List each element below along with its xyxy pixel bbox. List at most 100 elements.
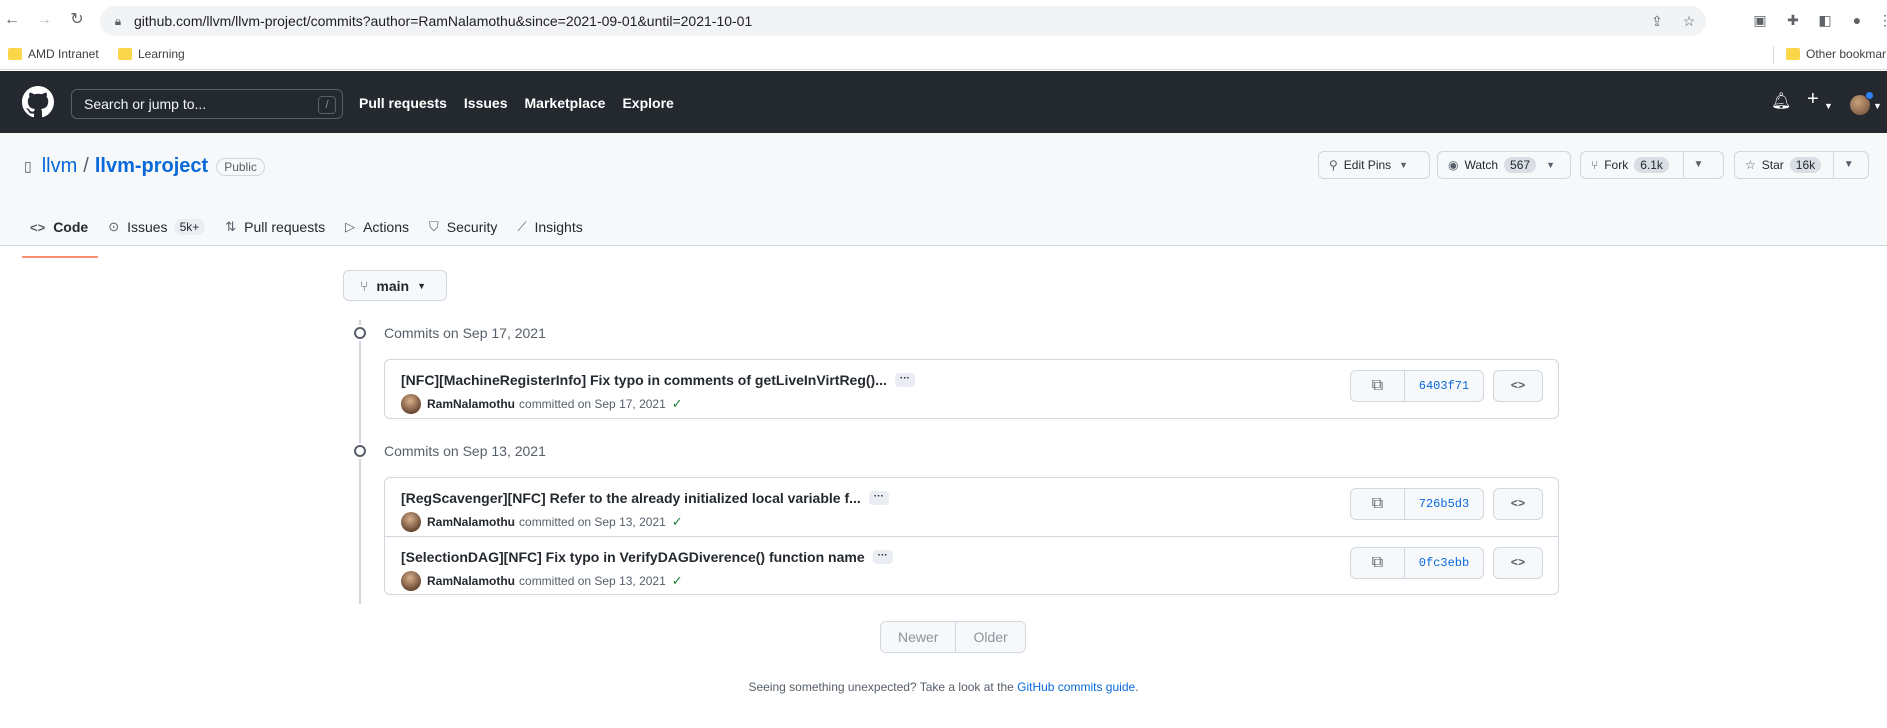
older-button[interactable]: Older bbox=[956, 622, 1025, 652]
extension-icon[interactable]: ▣ bbox=[1751, 11, 1769, 29]
search-shortcut-key: / bbox=[318, 96, 336, 114]
commit-message-link[interactable]: [RegScavenger][NFC] Refer to the already… bbox=[401, 490, 861, 506]
search-input[interactable]: Search or jump to... / bbox=[71, 89, 343, 119]
forward-icon[interactable]: → bbox=[34, 10, 54, 30]
commit-date: committed on Sep 13, 2021 bbox=[519, 515, 666, 529]
commits-guide-link[interactable]: GitHub commits guide bbox=[1017, 680, 1135, 694]
commit-sha-link[interactable]: 6403f71 bbox=[1405, 371, 1483, 401]
browse-repo-button[interactable]: <> bbox=[1493, 488, 1543, 520]
avatar[interactable] bbox=[401, 512, 421, 532]
reload-icon[interactable]: ↻ bbox=[67, 10, 87, 30]
profile-icon[interactable]: ● bbox=[1848, 11, 1866, 29]
bookmark-star-icon[interactable]: ☆ bbox=[1680, 12, 1698, 30]
chevron-down-icon[interactable]: ▼ bbox=[1824, 97, 1833, 115]
check-icon[interactable]: ✓ bbox=[672, 573, 683, 589]
commit-row: [RegScavenger][NFC] Refer to the already… bbox=[385, 478, 1558, 536]
commit-message-link[interactable]: [NFC][MachineRegisterInfo] Fix typo in c… bbox=[401, 372, 887, 388]
nav-marketplace[interactable]: Marketplace bbox=[525, 95, 606, 111]
tab-code[interactable]: <> Code bbox=[22, 209, 100, 258]
sha-button-group: ⧉ 0fc3ebb bbox=[1350, 547, 1484, 579]
fork-button[interactable]: ⑂ Fork 6.1k ▼ bbox=[1580, 151, 1724, 179]
check-icon[interactable]: ✓ bbox=[672, 514, 683, 530]
newer-button[interactable]: Newer bbox=[881, 622, 957, 652]
commit-sha-link[interactable]: 726b5d3 bbox=[1405, 489, 1483, 519]
star-icon: ☆ bbox=[1745, 158, 1756, 172]
browser-toolbar: ← → ↻ 🔒︎ github.com/llvm/llvm-project/co… bbox=[0, 0, 1887, 40]
issue-icon: ⊙ bbox=[108, 219, 120, 234]
lock-icon[interactable]: 🔒︎ bbox=[110, 14, 126, 29]
author-link[interactable]: RamNalamothu bbox=[427, 397, 515, 411]
expand-message-button[interactable]: ··· bbox=[868, 491, 889, 505]
avatar[interactable] bbox=[401, 394, 421, 414]
menu-icon[interactable]: ⋮ bbox=[1876, 11, 1887, 29]
top-nav: Pull requests Issues Marketplace Explore bbox=[359, 95, 674, 111]
copy-icon[interactable]: ⧉ bbox=[1351, 489, 1405, 519]
commit-row: [NFC][MachineRegisterInfo] Fix typo in c… bbox=[385, 360, 1558, 418]
author-link[interactable]: RamNalamothu bbox=[427, 574, 515, 588]
repo-header: ▯ llvm / llvm-project Public ⚲ Edit Pins… bbox=[0, 133, 1887, 258]
fork-count: 6.1k bbox=[1634, 157, 1669, 173]
avatar-chevron-icon[interactable]: ▼ bbox=[1873, 97, 1882, 115]
play-icon: ▷ bbox=[345, 219, 356, 234]
fork-dropdown-icon[interactable]: ▼ bbox=[1682, 152, 1713, 178]
copy-icon[interactable]: ⧉ bbox=[1351, 548, 1405, 578]
nav-pull-requests[interactable]: Pull requests bbox=[359, 95, 447, 111]
avatar[interactable] bbox=[401, 571, 421, 591]
commit-sha-link[interactable]: 0fc3ebb bbox=[1405, 548, 1483, 578]
tab-actions[interactable]: ▷ Actions bbox=[337, 209, 421, 245]
repo-owner-link[interactable]: llvm bbox=[42, 155, 78, 178]
divider bbox=[1773, 46, 1774, 64]
bookmark-amd-intranet[interactable]: AMD Intranet bbox=[8, 47, 99, 61]
chevron-down-icon: ▼ bbox=[1399, 160, 1409, 170]
share-icon[interactable]: ⇪ bbox=[1648, 12, 1666, 30]
expand-message-button[interactable]: ··· bbox=[894, 373, 915, 387]
repo-name-link[interactable]: llvm-project bbox=[95, 155, 208, 178]
expand-message-button[interactable]: ··· bbox=[872, 550, 893, 564]
tab-insights[interactable]: ⟋ Insights bbox=[509, 209, 594, 245]
star-dropdown-icon[interactable]: ▼ bbox=[1833, 152, 1863, 178]
repo-tabs: <> Code ⊙ Issues 5k+ ⇅ Pull requests ▷ A… bbox=[22, 209, 595, 258]
sidepanel-icon[interactable]: ◧ bbox=[1816, 11, 1834, 29]
folder-icon bbox=[118, 48, 132, 60]
commit-date: committed on Sep 13, 2021 bbox=[519, 574, 666, 588]
commit-row: [SelectionDAG][NFC] Fix typo in VerifyDA… bbox=[385, 536, 1558, 594]
commit-group-heading: Commits on Sep 17, 2021 bbox=[384, 325, 546, 341]
commit-group-heading: Commits on Sep 13, 2021 bbox=[384, 443, 546, 459]
bell-icon[interactable]: 🔔︎ bbox=[1771, 93, 1791, 111]
nav-issues[interactable]: Issues bbox=[464, 95, 508, 111]
commit-message-link[interactable]: [SelectionDAG][NFC] Fix typo in VerifyDA… bbox=[401, 549, 865, 565]
bookmarks-bar: AMD Intranet Learning Other bookmar bbox=[0, 40, 1887, 70]
code-icon: <> bbox=[30, 219, 46, 235]
copy-icon[interactable]: ⧉ bbox=[1351, 371, 1405, 401]
bookmark-other[interactable]: Other bookmar bbox=[1786, 47, 1886, 61]
repo-title: ▯ llvm / llvm-project Public bbox=[24, 155, 265, 178]
chevron-down-icon: ▼ bbox=[1546, 160, 1555, 170]
commit-node-icon bbox=[352, 443, 368, 459]
branch-selector[interactable]: ⑂ main ▼ bbox=[343, 270, 447, 301]
branch-icon: ⑂ bbox=[360, 277, 369, 294]
timeline-line bbox=[359, 320, 361, 604]
author-link[interactable]: RamNalamothu bbox=[427, 515, 515, 529]
back-icon[interactable]: ← bbox=[2, 10, 22, 30]
star-button[interactable]: ☆ Star 16k ▼ bbox=[1734, 151, 1869, 179]
tab-issues[interactable]: ⊙ Issues 5k+ bbox=[100, 209, 217, 245]
watch-count: 567 bbox=[1504, 157, 1537, 173]
github-logo-icon[interactable] bbox=[22, 86, 54, 118]
browse-repo-button[interactable]: <> bbox=[1493, 547, 1543, 579]
graph-icon: ⟋ bbox=[517, 219, 527, 234]
puzzle-icon[interactable]: ✚ bbox=[1784, 11, 1802, 29]
address-bar[interactable]: 🔒︎ github.com/llvm/llvm-project/commits?… bbox=[100, 6, 1706, 36]
github-header: Search or jump to... / Pull requests Iss… bbox=[0, 71, 1887, 133]
tab-security[interactable]: ⛉ Security bbox=[421, 209, 509, 245]
plus-icon[interactable]: + bbox=[1807, 89, 1819, 109]
watch-button[interactable]: ◉ Watch 567 ▼ bbox=[1437, 151, 1571, 179]
bookmark-learning[interactable]: Learning bbox=[118, 47, 185, 61]
tab-pull-requests[interactable]: ⇅ Pull requests bbox=[217, 209, 337, 245]
shield-icon: ⛉ bbox=[429, 219, 439, 234]
url-text[interactable]: github.com/llvm/llvm-project/commits?aut… bbox=[134, 13, 752, 29]
eye-icon: ◉ bbox=[1448, 158, 1459, 172]
nav-explore[interactable]: Explore bbox=[622, 95, 673, 111]
check-icon[interactable]: ✓ bbox=[672, 396, 683, 412]
browse-repo-button[interactable]: <> bbox=[1493, 370, 1543, 402]
edit-pins-button[interactable]: ⚲ Edit Pins ▼ bbox=[1318, 151, 1430, 179]
